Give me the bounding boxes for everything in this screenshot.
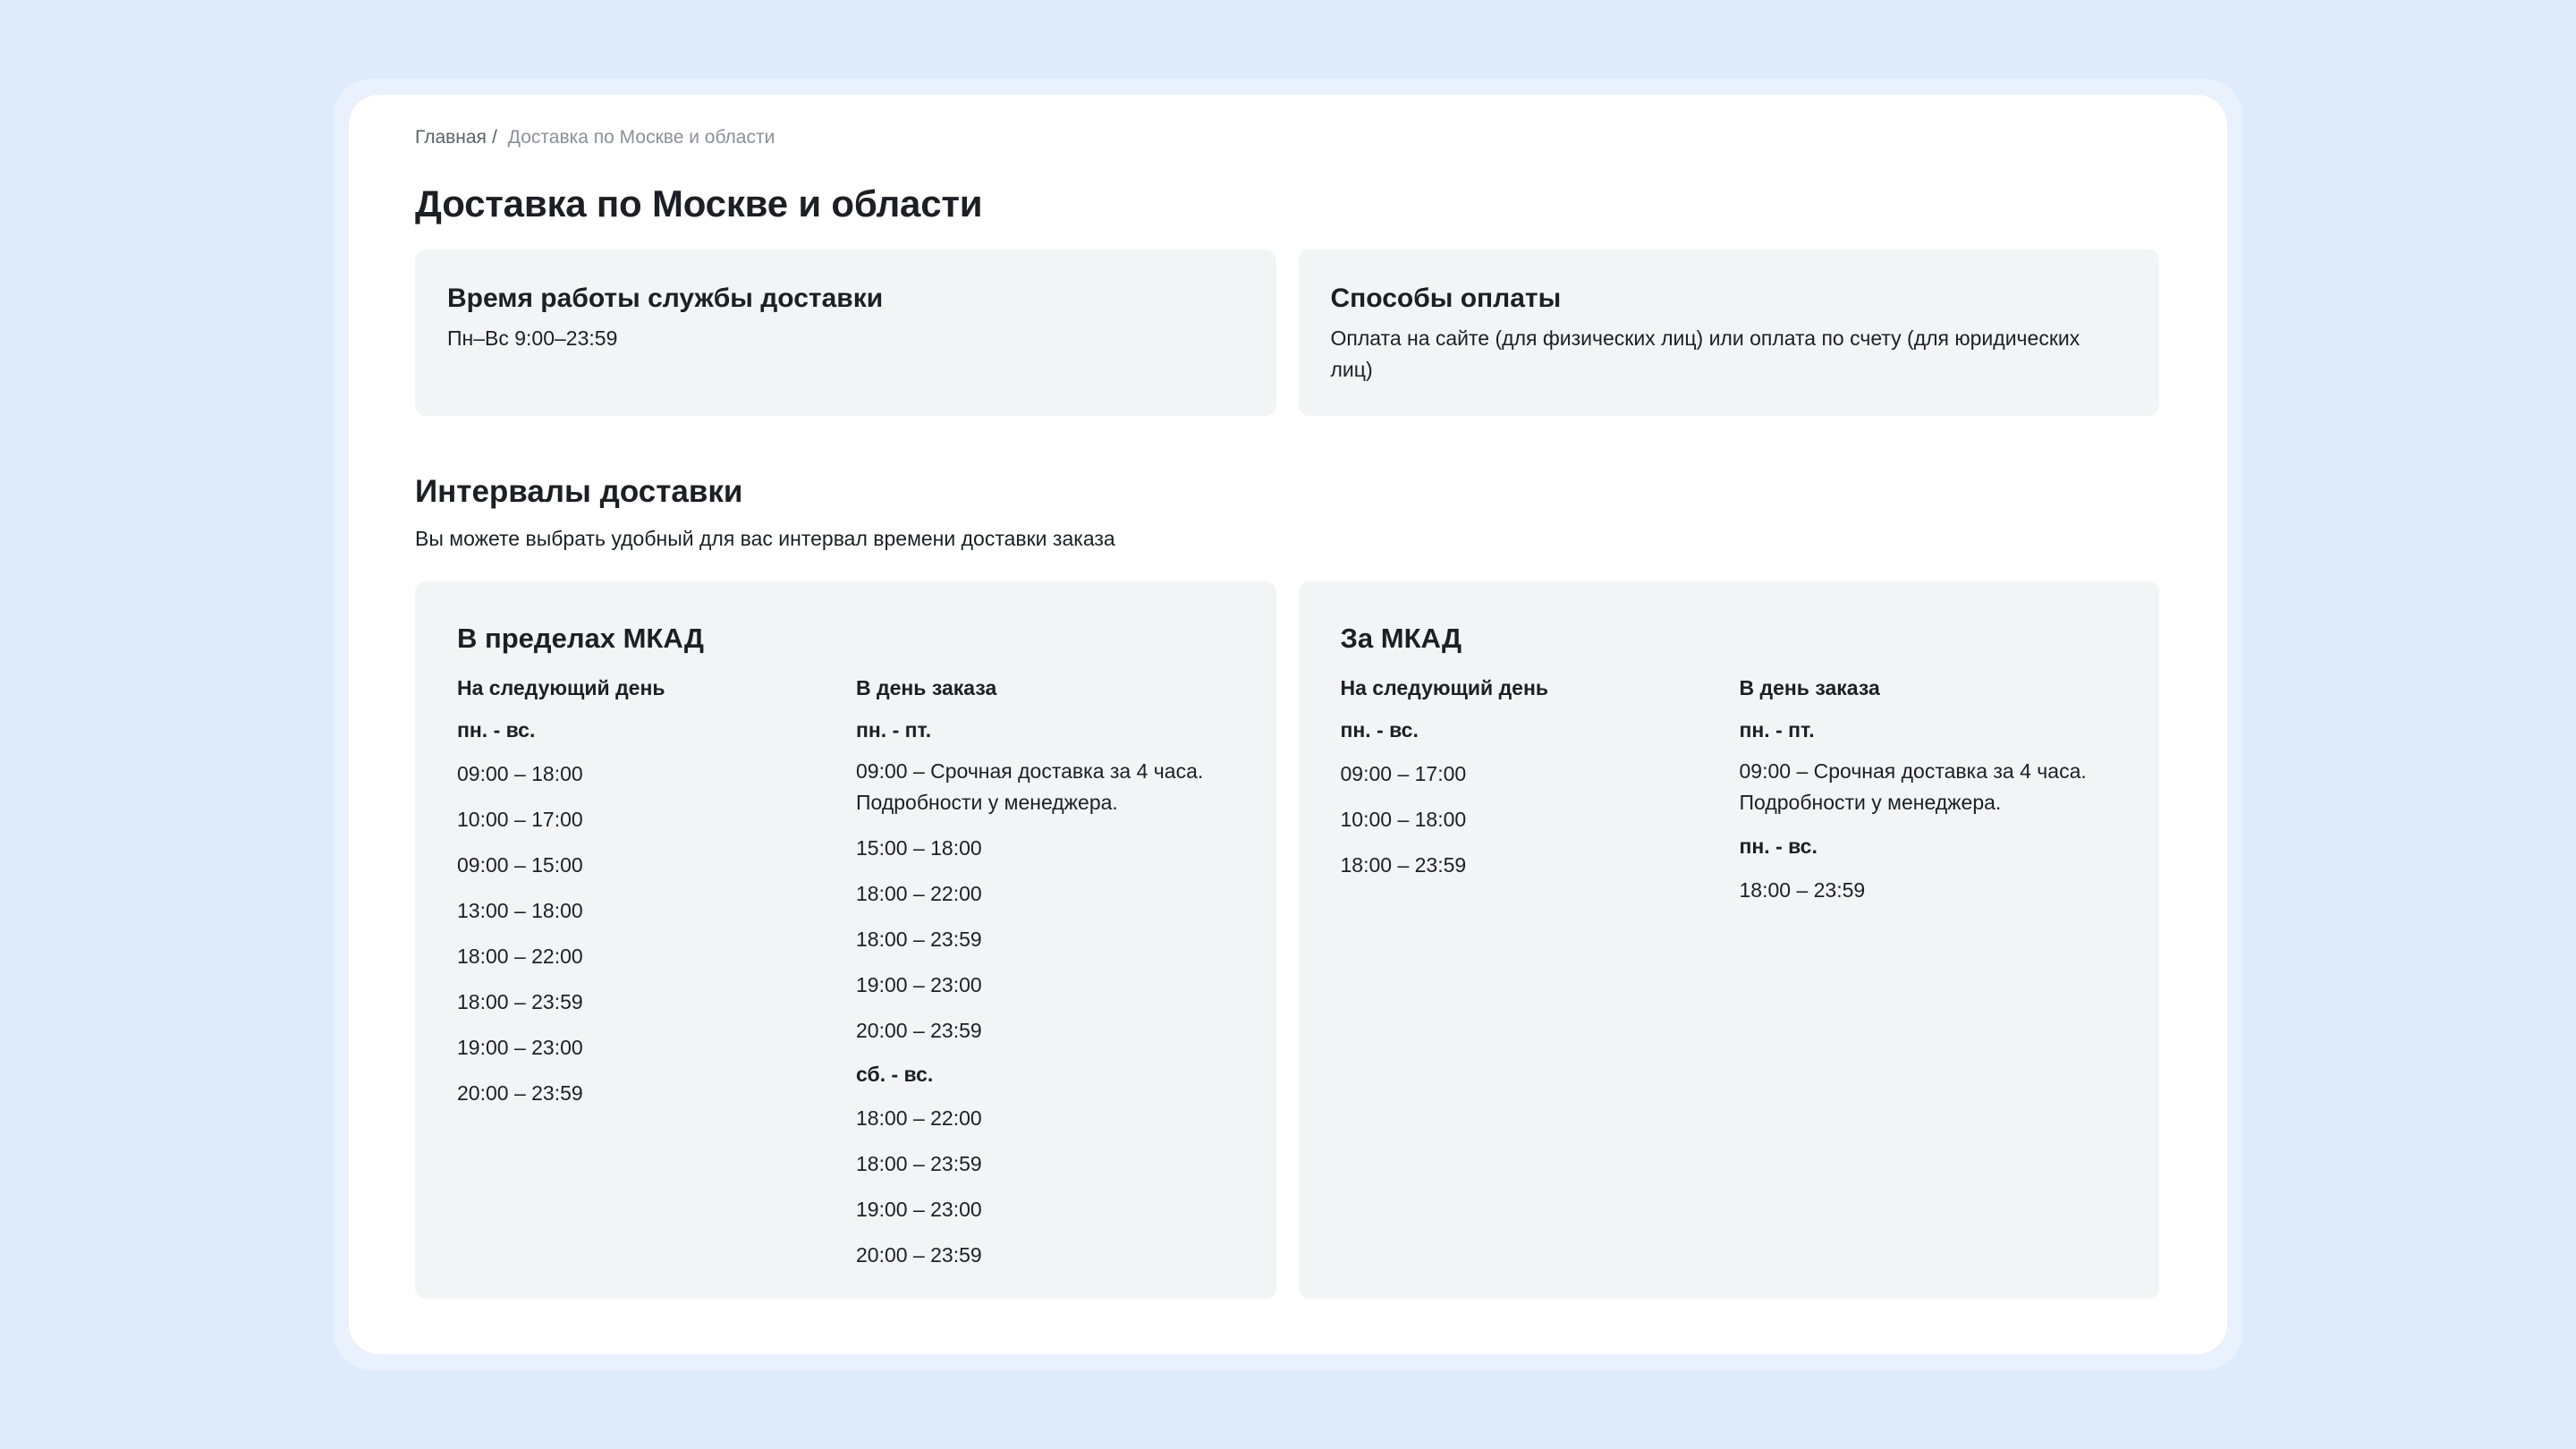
days-label: пн. - вс. bbox=[1340, 718, 1419, 741]
time-slot: 15:00 – 18:00 bbox=[856, 836, 982, 860]
days-label: сб. - вс. bbox=[856, 1063, 934, 1086]
time-slot: 18:00 – 23:59 bbox=[1739, 878, 1866, 902]
delivery-hours-title: Время работы службы доставки bbox=[447, 284, 884, 313]
days-label: пн. - вс. bbox=[457, 718, 536, 741]
same-day-title: В день заказа bbox=[1739, 676, 1880, 699]
payment-methods-text: Оплата на сайте (для физических лиц) или… bbox=[1330, 326, 2080, 381]
time-slot: 18:00 – 23:59 bbox=[1340, 853, 1467, 877]
next-day-column: На следующий день пн. - вс. 09:00 – 18:0… bbox=[457, 674, 856, 1271]
time-slot: 10:00 – 18:00 bbox=[1340, 808, 1467, 831]
time-slot: 19:00 – 23:00 bbox=[457, 1036, 583, 1059]
next-day-column: На следующий день пн. - вс. 09:00 – 17:0… bbox=[1341, 674, 1740, 906]
info-cards: Время работы службы доставки Пн–Вс 9:00–… bbox=[415, 250, 2159, 416]
same-day-title: В день заказа bbox=[856, 676, 997, 699]
time-slot: 20:00 – 23:59 bbox=[457, 1081, 583, 1105]
delivery-hours-card: Время работы службы доставки Пн–Вс 9:00–… bbox=[415, 250, 1276, 416]
zone-outside-mkad: За МКАД На следующий день пн. - вс. 09:0… bbox=[1298, 581, 2159, 1299]
same-day-column: В день заказа пн. - пт. 09:00 – Срочная … bbox=[856, 674, 1232, 1271]
time-slot: 18:00 – 23:59 bbox=[856, 1152, 982, 1175]
days-label: пн. - пт. bbox=[856, 718, 932, 741]
breadcrumb-home-link[interactable]: Главная bbox=[415, 125, 487, 150]
page-title: Доставка по Москве и области bbox=[415, 182, 983, 225]
zone-inside-mkad: В пределах МКАД На следующий день пн. - … bbox=[415, 581, 1276, 1299]
time-slot: 18:00 – 22:00 bbox=[856, 882, 982, 905]
zone-title: За МКАД bbox=[1340, 623, 1462, 654]
payment-methods-card: Способы оплаты Оплата на сайте (для физи… bbox=[1298, 250, 2159, 416]
time-slot: 18:00 – 22:00 bbox=[457, 945, 583, 968]
payment-methods-title: Способы оплаты bbox=[1330, 284, 1562, 313]
zone-columns: На следующий день пн. - вс. 09:00 – 17:0… bbox=[1341, 674, 2118, 906]
time-slot: 18:00 – 22:00 bbox=[856, 1106, 982, 1130]
time-slot: 13:00 – 18:00 bbox=[457, 899, 583, 922]
time-slot: 10:00 – 17:00 bbox=[457, 808, 583, 831]
days-label: пн. - вс. bbox=[1739, 835, 1818, 858]
time-slot: 19:00 – 23:00 bbox=[856, 1198, 982, 1221]
time-slot: 20:00 – 23:59 bbox=[856, 1243, 982, 1267]
zone-columns: На следующий день пн. - вс. 09:00 – 18:0… bbox=[457, 674, 1234, 1271]
same-day-column: В день заказа пн. - пт. 09:00 – Срочная … bbox=[1740, 674, 2115, 906]
days-label: пн. - пт. bbox=[1739, 718, 1815, 741]
page-card: Главная / Доставка по Москве и области Д… bbox=[349, 95, 2227, 1354]
time-slot: 09:00 – 18:00 bbox=[457, 762, 583, 785]
time-slot: 09:00 – 15:00 bbox=[457, 853, 583, 877]
breadcrumb-separator: / bbox=[491, 127, 497, 148]
intervals-title: Интервалы доставки bbox=[415, 474, 743, 509]
time-slot: 09:00 – Срочная доставка за 4 часа. Подр… bbox=[1739, 759, 2087, 814]
next-day-title: На следующий день bbox=[1340, 676, 1549, 699]
next-day-title: На следующий день bbox=[457, 676, 665, 699]
time-slot: 18:00 – 23:59 bbox=[457, 990, 583, 1013]
zone-title: В пределах МКАД bbox=[457, 623, 704, 654]
intervals-intro: Вы можете выбрать удобный для вас интерв… bbox=[415, 527, 1115, 550]
time-slot: 09:00 – 17:00 bbox=[1340, 762, 1467, 785]
time-slot: 09:00 – Срочная доставка за 4 часа. Подр… bbox=[856, 759, 1204, 814]
breadcrumb: Главная / Доставка по Москве и области bbox=[415, 125, 2159, 150]
time-slot: 18:00 – 23:59 bbox=[856, 928, 982, 951]
delivery-hours-text: Пн–Вс 9:00–23:59 bbox=[447, 326, 618, 350]
page-content: Главная / Доставка по Москве и области Д… bbox=[415, 125, 2159, 1299]
delivery-zones: В пределах МКАД На следующий день пн. - … bbox=[415, 581, 2159, 1299]
breadcrumb-current: Доставка по Москве и области bbox=[507, 127, 775, 148]
time-slot: 20:00 – 23:59 bbox=[856, 1019, 982, 1042]
time-slot: 19:00 – 23:00 bbox=[856, 973, 982, 996]
